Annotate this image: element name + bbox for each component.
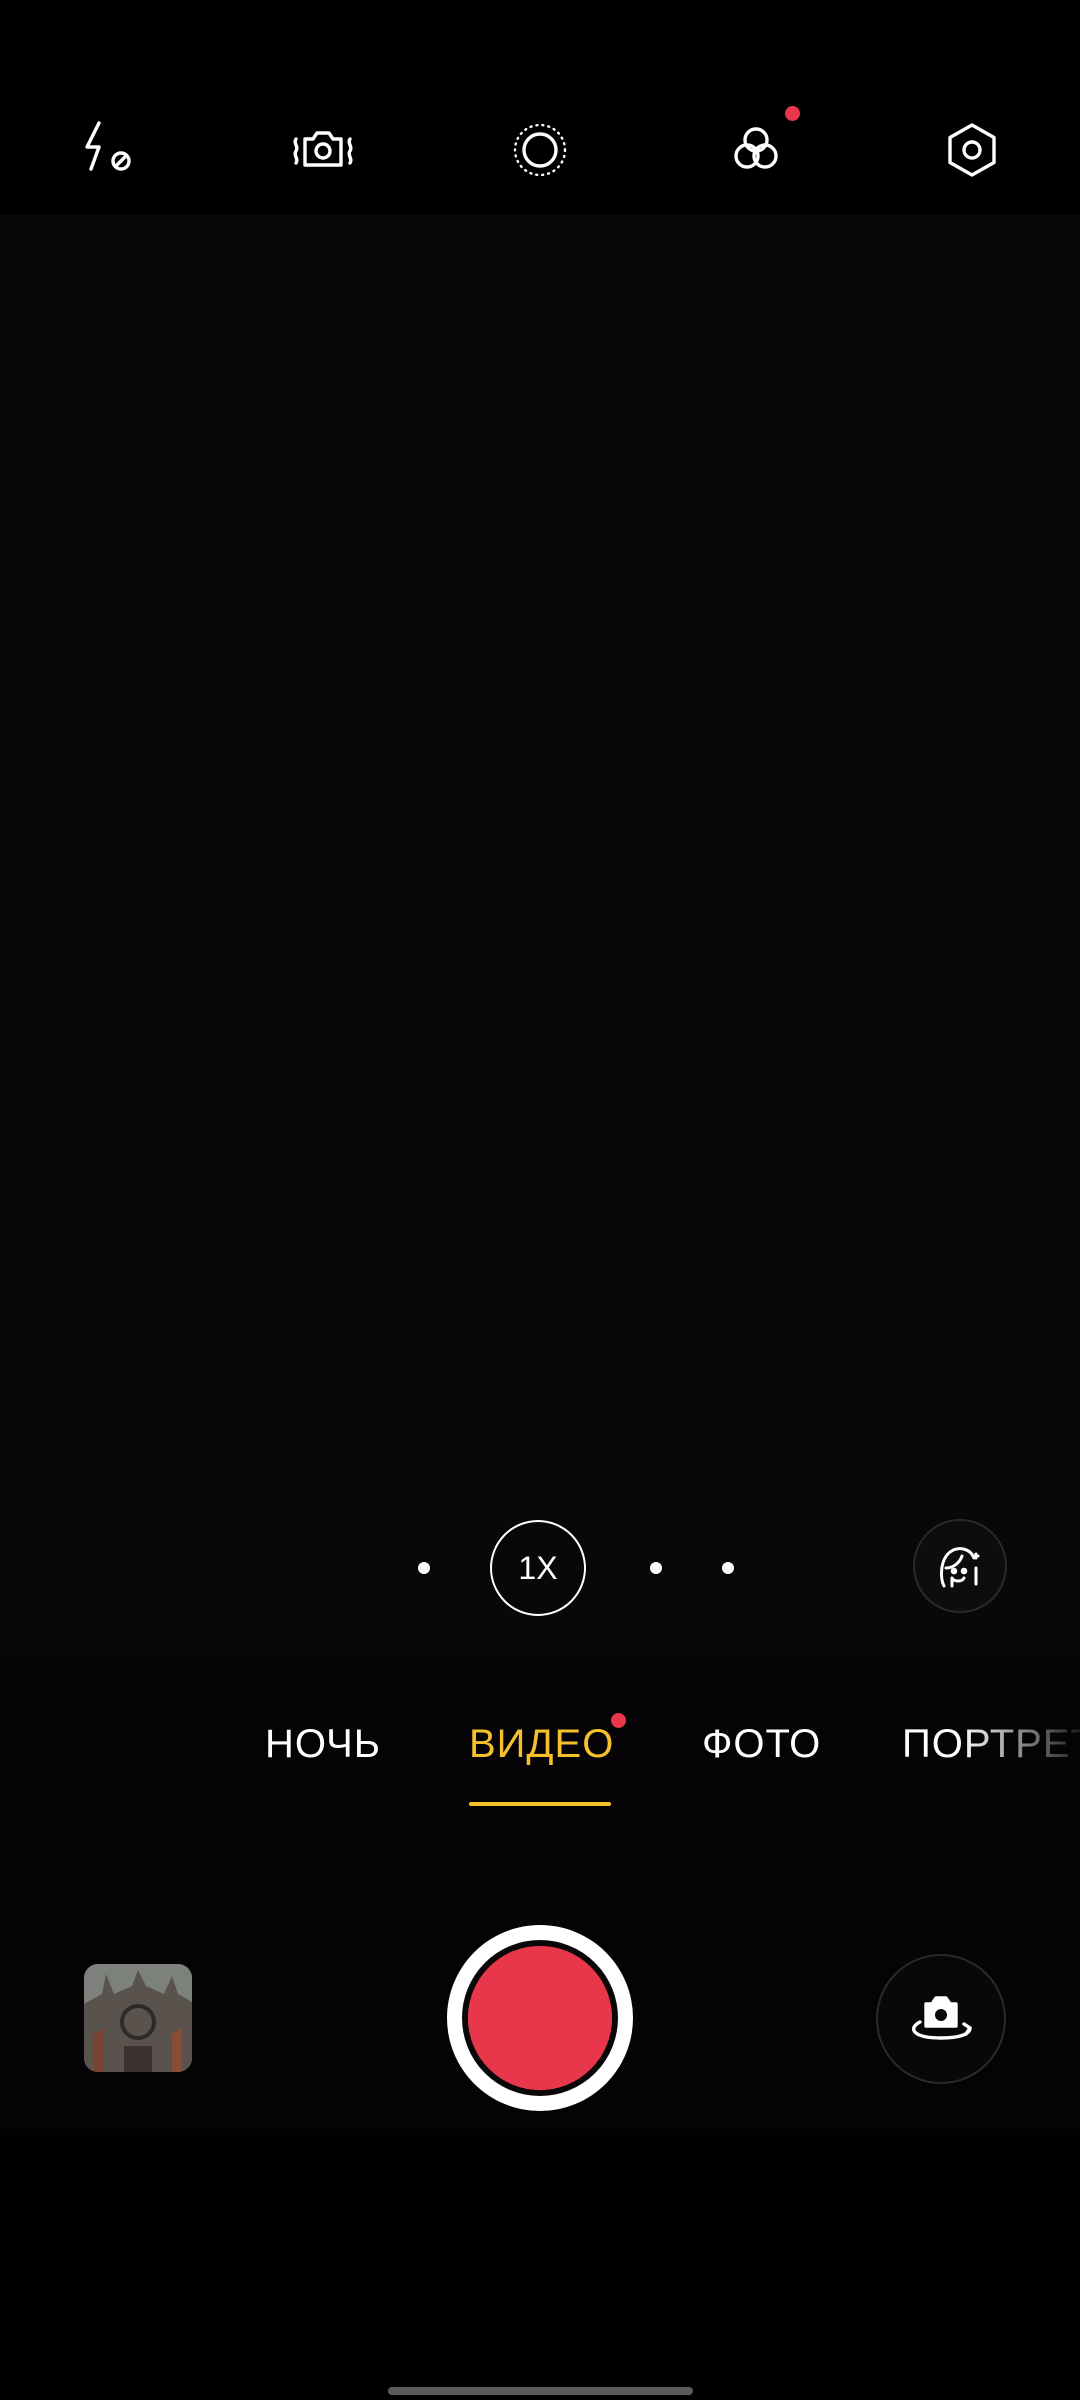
record-icon-fill [468,1946,612,2090]
mode-night[interactable]: НОЧЬ [265,1722,381,1767]
bottom-safe-area [0,2135,1080,2400]
zoom-option-dot[interactable] [722,1562,734,1574]
mode-video[interactable]: ВИДЕО [469,1722,614,1767]
home-indicator[interactable] [388,2387,693,2395]
gallery-image [84,1964,192,2072]
zoom-current-button[interactable]: 1X [490,1520,586,1616]
switch-camera-icon [912,1996,972,2040]
beauty-face-icon [940,1547,980,1588]
zoom-label: 1X [518,1549,558,1586]
camera-stabilization-icon[interactable] [288,115,358,185]
filters-icon[interactable] [721,115,791,185]
mode-edge-fade [960,1700,1080,1780]
switch-camera-button[interactable] [876,1954,1006,2084]
zoom-option-dot[interactable] [418,1562,430,1574]
camera-viewfinder[interactable] [0,215,1080,1655]
settings-icon[interactable] [937,115,1007,185]
mode-label: ВИДЕО [469,1722,615,1766]
gallery-thumbnail[interactable] [84,1964,192,2072]
beauty-face-button[interactable] [913,1519,1007,1613]
zoom-option-dot[interactable] [650,1562,662,1574]
active-mode-underline [469,1802,611,1806]
mode-label: НОЧЬ [265,1722,382,1766]
top-toolbar [0,0,1080,215]
filters-notification-dot [785,106,800,121]
mode-video-notification-dot [611,1713,626,1728]
flash-off-icon[interactable] [73,115,143,185]
mode-label: ФОТО [702,1722,822,1766]
live-photo-icon[interactable] [505,115,575,185]
mode-photo[interactable]: ФОТО [702,1722,821,1767]
